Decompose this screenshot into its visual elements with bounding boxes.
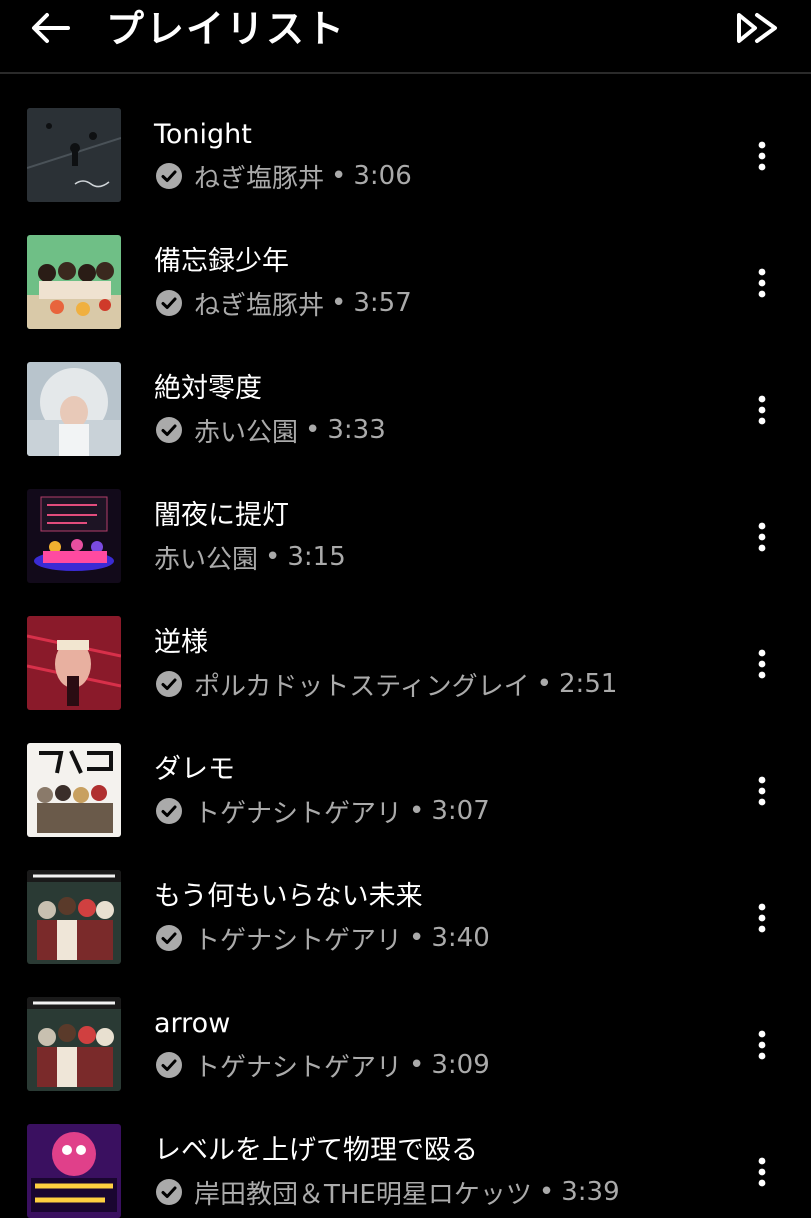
artist-name: ポルカドットスティングレイ: [194, 671, 530, 702]
track-meta: 赤い公園 • 3:15: [154, 539, 346, 575]
skip-forward-button[interactable]: [728, 6, 788, 50]
track-meta: トゲナシトゲアリ • 3:09: [154, 1047, 490, 1083]
more-options-button[interactable]: [740, 257, 784, 309]
more-vert-icon: [758, 903, 766, 933]
arrow-left-icon: [32, 13, 70, 43]
track-duration: 3:07: [431, 796, 490, 826]
more-vert-icon: [758, 776, 766, 806]
track-duration: 3:09: [431, 1050, 490, 1080]
separator-dot: •: [536, 669, 553, 699]
verified-check-icon: [156, 671, 182, 697]
track-title: もう何もいらない未来: [154, 881, 423, 912]
separator-dot: •: [538, 1177, 555, 1207]
more-options-button[interactable]: [740, 765, 784, 817]
track-duration: 3:33: [327, 415, 386, 445]
track-row[interactable]: もう何もいらない未来 トゲナシトゲアリ • 3:40: [0, 836, 811, 964]
more-vert-icon: [758, 395, 766, 425]
more-options-button[interactable]: [740, 638, 784, 690]
track-title: レベルを上げて物理で殴る: [154, 1135, 478, 1166]
artist-name: 赤い公園: [154, 544, 259, 575]
album-art-thumbnail: [27, 870, 121, 964]
more-options-button[interactable]: [740, 130, 784, 182]
artist-name: ねぎ塩豚丼: [194, 290, 325, 321]
track-duration: 3:57: [353, 288, 412, 318]
track-meta: ねぎ塩豚丼 • 3:57: [154, 285, 412, 321]
track-duration: 3:15: [287, 542, 346, 572]
track-duration: 2:51: [559, 669, 618, 699]
track-meta: 岸田教団＆THE明星ロケッツ • 3:39: [154, 1174, 620, 1210]
album-art-thumbnail: [27, 1124, 121, 1218]
more-options-button[interactable]: [740, 384, 784, 436]
album-art-thumbnail: [27, 362, 121, 456]
separator-dot: •: [409, 1050, 425, 1080]
skip-forward-icon: [737, 13, 777, 43]
track-meta: 赤い公園 • 3:33: [154, 412, 386, 448]
more-vert-icon: [758, 268, 766, 298]
verified-check-icon: [156, 163, 182, 189]
album-art-thumbnail: [27, 616, 121, 710]
verified-check-icon: [156, 290, 182, 316]
album-art-thumbnail: [27, 108, 121, 202]
track-duration: 3:40: [431, 923, 490, 953]
more-options-button[interactable]: [740, 1019, 784, 1071]
track-row[interactable]: arrow トゲナシトゲアリ • 3:09: [0, 963, 811, 1091]
back-button[interactable]: [22, 6, 78, 50]
track-title: Tonight: [154, 119, 252, 150]
track-title: arrow: [154, 1008, 231, 1039]
track-meta: トゲナシトゲアリ • 3:07: [154, 793, 490, 829]
more-vert-icon: [758, 1030, 766, 1060]
more-vert-icon: [758, 649, 766, 679]
separator-dot: •: [331, 161, 347, 191]
separator-dot: •: [409, 923, 425, 953]
track-duration: 3:39: [561, 1177, 620, 1207]
track-row[interactable]: 逆様 ポルカドットスティングレイ • 2:51: [0, 582, 811, 710]
more-vert-icon: [758, 1157, 766, 1187]
verified-check-icon: [156, 798, 182, 824]
separator-dot: •: [331, 288, 347, 318]
track-row[interactable]: 絶対零度 赤い公園 • 3:33: [0, 328, 811, 456]
verified-check-icon: [156, 1052, 182, 1078]
track-duration: 3:06: [353, 161, 412, 191]
track-meta: ポルカドットスティングレイ • 2:51: [154, 666, 617, 702]
album-art-thumbnail: [27, 235, 121, 329]
track-row[interactable]: ダレモ トゲナシトゲアリ • 3:07: [0, 709, 811, 837]
track-row[interactable]: 闇夜に提灯 赤い公園 • 3:15: [0, 455, 811, 583]
separator-dot: •: [409, 796, 425, 826]
verified-check-icon: [156, 1179, 182, 1205]
more-vert-icon: [758, 522, 766, 552]
track-title: 絶対零度: [154, 373, 262, 404]
verified-check-icon: [156, 417, 182, 443]
artist-name: 赤い公園: [194, 417, 299, 448]
more-options-button[interactable]: [740, 1146, 784, 1198]
artist-name: 岸田教団＆THE明星ロケッツ: [194, 1179, 532, 1210]
artist-name: トゲナシトゲアリ: [194, 798, 403, 829]
separator-dot: •: [305, 415, 321, 445]
artist-name: トゲナシトゲアリ: [194, 1052, 403, 1083]
track-row[interactable]: Tonight ねぎ塩豚丼 • 3:06: [0, 74, 811, 202]
track-meta: トゲナシトゲアリ • 3:40: [154, 920, 490, 956]
artist-name: ねぎ塩豚丼: [194, 163, 325, 194]
track-row[interactable]: レベルを上げて物理で殴る 岸田教団＆THE明星ロケッツ • 3:39: [0, 1090, 811, 1218]
artist-name: トゲナシトゲアリ: [194, 925, 403, 956]
album-art-thumbnail: [27, 489, 121, 583]
separator-dot: •: [265, 542, 281, 572]
track-meta: ねぎ塩豚丼 • 3:06: [154, 158, 412, 194]
track-title: 逆様: [154, 627, 208, 658]
verified-check-icon: [156, 925, 182, 951]
page-title: プレイリスト: [106, 7, 347, 51]
track-title: ダレモ: [154, 754, 235, 785]
more-options-button[interactable]: [740, 511, 784, 563]
more-options-button[interactable]: [740, 892, 784, 944]
track-row[interactable]: 備忘録少年 ねぎ塩豚丼 • 3:57: [0, 201, 811, 329]
track-title: 備忘録少年: [154, 246, 289, 277]
album-art-thumbnail: [27, 743, 121, 837]
track-title: 闇夜に提灯: [154, 500, 289, 531]
more-vert-icon: [758, 141, 766, 171]
album-art-thumbnail: [27, 997, 121, 1091]
app-header: プレイリスト: [0, 0, 811, 74]
